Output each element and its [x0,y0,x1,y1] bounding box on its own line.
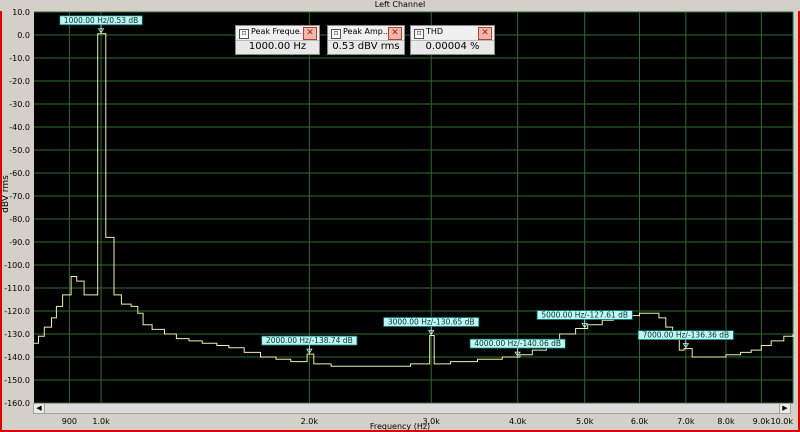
marker-label: 7000.00 Hz/-136.36 dB [642,331,729,340]
x-axis-label: Frequency (Hz) [369,422,431,431]
marker-label: 2000.00 Hz/-138.74 dB [266,336,353,345]
y-tick-label: -140.0 [4,353,30,362]
meter-title: Peak Amp... [343,27,391,36]
y-tick-label: -40.0 [9,123,30,132]
meter-title: THD [426,27,444,36]
horizontal-scrollbar[interactable]: ◀ ▶ [33,403,791,414]
marker-label: 3000.00 Hz/-130.65 dB [388,317,475,326]
meter-icon: ⊡ [331,29,341,39]
meter-icon: ⊡ [414,29,424,39]
meter-value: 0.53 dBV rms [332,41,400,52]
y-axis-label: dBV rms [1,175,11,213]
meter-icon: ⊡ [239,29,249,39]
meter-value: 1000.00 Hz [248,41,307,52]
x-tick-label: 900 [62,417,77,426]
y-tick-label: -30.0 [9,100,30,109]
y-tick-label: -100.0 [4,261,30,270]
y-tick-label: -50.0 [9,146,30,155]
spectrum-chart[interactable]: 10.00.0-10.0-20.0-30.0-40.0-50.0-60.0-70… [0,0,800,432]
x-tick-label: 9.0k [753,417,771,426]
x-tick-label: 2.0k [301,417,319,426]
y-tick-label: -20.0 [9,77,30,86]
y-tick-label: 10.0 [12,8,30,17]
close-icon[interactable]: ✕ [388,27,402,40]
x-tick-label: 5.0k [576,417,594,426]
x-tick-label: 8.0k [717,417,735,426]
close-icon[interactable]: ✕ [303,27,317,40]
meter-header: ⊡ Peak Amp... ✕ [328,26,404,41]
meter-value: 0.00004 % [425,41,480,52]
peak-frequency-meter[interactable]: ⊡ Peak Freque... ✕ 1000.00 Hz [235,25,320,55]
peak-amplitude-meter[interactable]: ⊡ Peak Amp... ✕ 0.53 dBV rms [327,25,405,55]
meter-header: ⊡ Peak Freque... ✕ [236,26,319,41]
marker-label: 1000.00 Hz/0.53 dB [64,16,139,25]
close-icon[interactable]: ✕ [478,27,492,40]
x-tick-label: 7.0k [677,417,695,426]
meter-header: ⊡ THD ✕ [411,26,494,41]
y-tick-label: -120.0 [4,307,30,316]
arrow-left-icon[interactable]: ◀ [34,404,45,413]
x-tick-label: 1.0k [92,417,110,426]
x-tick-label: 10.0k [771,417,794,426]
y-tick-label: -90.0 [9,238,30,247]
y-tick-label: -150.0 [4,376,30,385]
marker-label: 5000.00 Hz/-127.61 dB [541,311,628,320]
y-tick-label: -110.0 [4,284,30,293]
x-tick-label: 6.0k [631,417,649,426]
meter-title: Peak Freque... [251,27,308,36]
y-tick-label: -160.0 [4,399,30,408]
y-tick-label: -130.0 [4,330,30,339]
y-tick-label: -10.0 [9,54,30,63]
marker-label: 4000.00 Hz/-140.06 dB [474,339,561,348]
thd-meter[interactable]: ⊡ THD ✕ 0.00004 % [410,25,495,55]
y-tick-label: 0.0 [17,31,30,40]
x-tick-label: 4.0k [509,417,527,426]
arrow-right-icon[interactable]: ▶ [779,404,790,413]
